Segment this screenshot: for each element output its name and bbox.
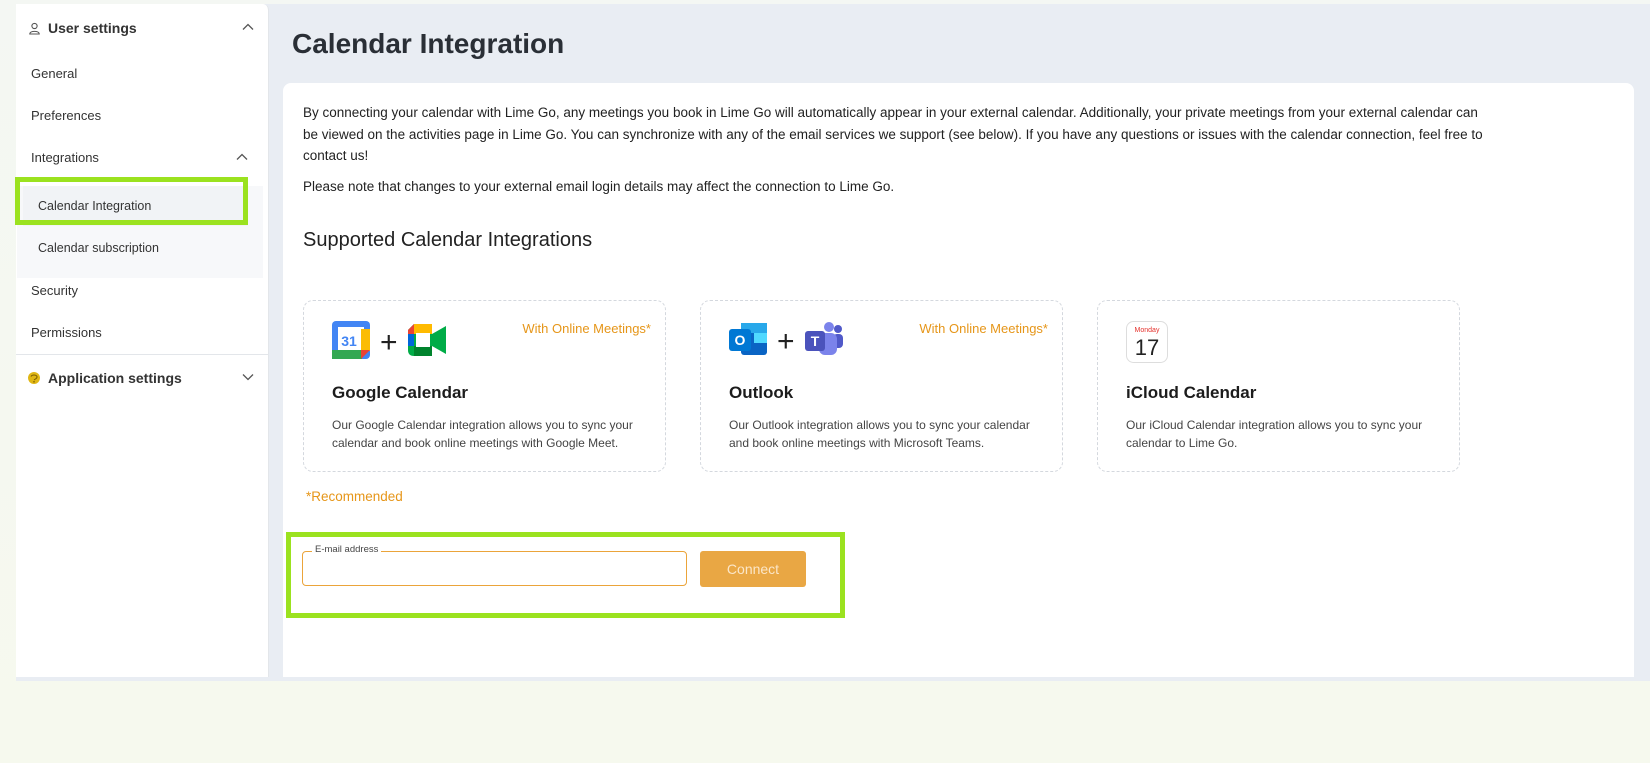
application-settings-label: Application settings (48, 370, 182, 386)
card-title: Outlook (729, 383, 794, 402)
chevron-up-icon[interactable] (241, 20, 255, 34)
user-settings-label: User settings (48, 20, 137, 36)
sidebar-item-label: Security (31, 282, 78, 298)
card-description: Our Outlook integration allows you to sy… (729, 418, 1030, 450)
card-title: Google Calendar (332, 383, 469, 402)
sidebar-item-preferences[interactable]: Preferences (16, 95, 269, 135)
sidebar-item-general[interactable]: General (16, 53, 269, 93)
icloud-logo-day: Monday (1135, 327, 1160, 334)
supported-integrations-heading: Supported Calendar Integrations (303, 229, 593, 251)
integrations-submenu: Calendar Integration Calendar subscripti… (17, 186, 263, 278)
icloud-logo-date: 17 (1135, 335, 1159, 360)
user-icon (26, 20, 42, 36)
email-field-label: E-mail address (312, 544, 382, 555)
user-settings-header[interactable]: User settings (16, 8, 269, 48)
icloud-calendar-logo: Monday 17 (1126, 321, 1168, 368)
intro-text: By connecting your calendar with Lime Go… (303, 105, 1483, 163)
card-description: Our Google Calendar integration allows y… (332, 418, 633, 450)
sidebar-item-calendar-integration[interactable]: Calendar Integration (23, 186, 248, 226)
sidebar-item-calendar-subscription[interactable]: Calendar subscription (23, 228, 248, 268)
sidebar-divider (16, 354, 269, 355)
chevron-down-icon[interactable] (241, 370, 255, 384)
google-meet-logo (407, 324, 448, 361)
sidebar-item-label: Integrations (31, 149, 99, 165)
online-meetings-badge: With Online Meetings* (522, 321, 651, 336)
teams-logo: T (804, 321, 843, 362)
plus-icon: + (777, 324, 795, 358)
online-meetings-badge: With Online Meetings* (919, 321, 1048, 336)
sidebar-item-security[interactable]: Security (16, 270, 269, 310)
outlook-logo-text: O (735, 332, 746, 348)
icloud-calendar-card[interactable]: Monday 17 iCloud Calendar Our iCloud Cal… (1097, 300, 1460, 472)
sidebar-item-label: General (31, 65, 78, 81)
sidebar-item-label: Calendar subscription (38, 241, 159, 255)
recommended-note: *Recommended (306, 489, 403, 504)
email-field[interactable]: E-mail address (302, 544, 687, 586)
teams-logo-text: T (810, 333, 819, 349)
card-description: Our iCloud Calendar integration allows y… (1126, 418, 1423, 450)
card-title: iCloud Calendar (1126, 383, 1257, 402)
sidebar-item-label: Permissions (31, 324, 102, 340)
google-calendar-card[interactable]: 31 + With Online Meetings* Google Calend… (303, 300, 666, 472)
sidebar-item-integrations[interactable]: Integrations (16, 137, 269, 177)
google-calendar-logo: 31 (332, 321, 370, 364)
google-calendar-logo-text: 31 (341, 333, 357, 349)
note-text: Please note that changes to your externa… (303, 179, 895, 194)
plus-icon: + (380, 325, 398, 359)
settings-sidebar: User settings General Preferences Integr… (16, 4, 269, 677)
sidebar-item-permissions[interactable]: Permissions (16, 312, 269, 352)
outlook-card[interactable]: O + T With Online Meetings* Outlook Our … (700, 300, 1063, 472)
email-input[interactable] (311, 558, 676, 580)
connect-button[interactable]: Connect (700, 551, 806, 587)
chevron-up-icon[interactable] (235, 150, 249, 167)
sidebar-item-label: Calendar Integration (38, 199, 152, 213)
sidebar-item-label: Preferences (31, 107, 102, 123)
page-title: Calendar Integration (292, 28, 565, 59)
application-settings-icon (26, 370, 42, 386)
application-settings-header[interactable]: Application settings (16, 358, 269, 398)
outlook-logo: O (729, 321, 767, 362)
